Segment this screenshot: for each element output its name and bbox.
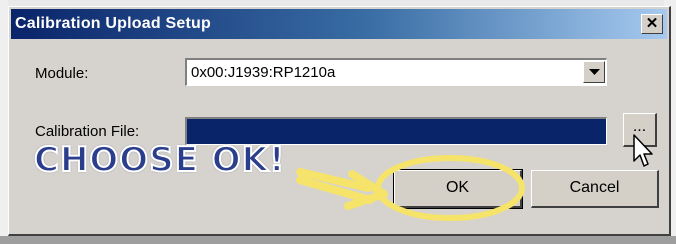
title-bar[interactable]: Calibration Upload Setup ✕ (11, 9, 667, 39)
module-select-value: 0x00:J1939:RP1210a (191, 64, 336, 81)
close-icon: ✕ (645, 15, 659, 32)
cancel-button[interactable]: Cancel (531, 170, 659, 208)
calibration-file-label: Calibration File: (35, 123, 140, 140)
ok-button[interactable]: OK (393, 169, 523, 209)
mouse-pointer-icon (633, 134, 653, 167)
background-strip-bottom (0, 236, 676, 244)
chevron-down-icon (589, 69, 600, 75)
choose-ok-annotation: CHOOSE OK! (33, 139, 286, 181)
dialog-title: Calibration Upload Setup (15, 15, 211, 32)
module-label: Module: (35, 65, 89, 82)
close-button[interactable]: ✕ (641, 14, 663, 34)
module-select[interactable]: 0x00:J1939:RP1210a (185, 58, 607, 86)
background-strip-left (0, 0, 8, 244)
calibration-upload-dialog: Calibration Upload Setup ✕ Module: 0x00:… (8, 6, 671, 236)
module-dropdown-button[interactable] (583, 61, 605, 83)
